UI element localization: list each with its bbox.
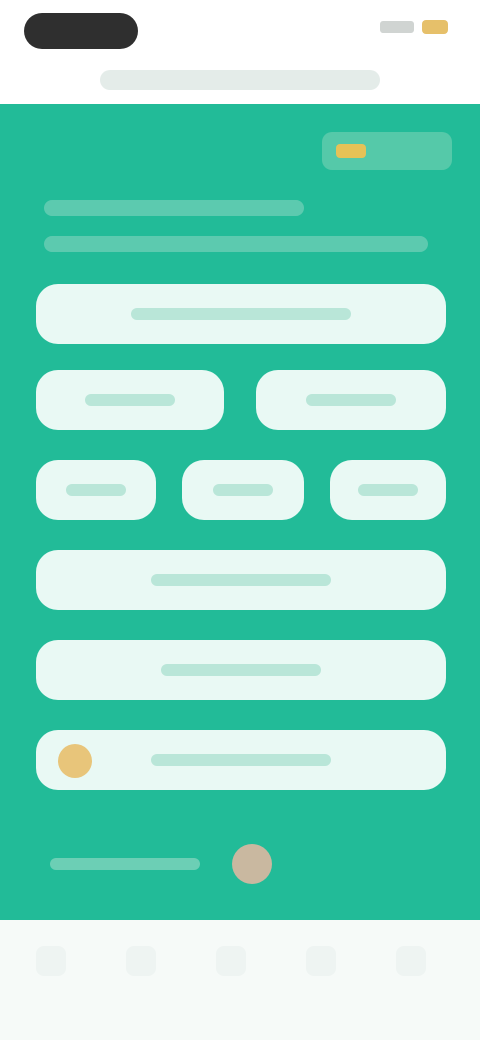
status-time	[24, 13, 138, 49]
option-button-7[interactable]	[36, 550, 446, 610]
option-button-8[interactable]	[36, 640, 446, 700]
status-bar	[0, 0, 480, 60]
battery-icon	[422, 20, 448, 34]
option-button-6[interactable]	[330, 460, 446, 520]
option-button-9[interactable]	[36, 730, 446, 790]
status-icons	[380, 20, 448, 34]
bottom-item[interactable]	[36, 946, 66, 976]
title-bar	[0, 60, 480, 104]
main-panel	[0, 104, 480, 920]
bottom-item[interactable]	[396, 946, 426, 976]
footer-text	[50, 858, 200, 870]
avatar[interactable]	[232, 844, 272, 884]
bottom-item[interactable]	[126, 946, 156, 976]
intro-line-1	[44, 200, 304, 216]
page-title	[100, 70, 380, 90]
brand-badge	[322, 132, 452, 170]
brand-logo-icon	[336, 144, 366, 158]
option-button-2[interactable]	[36, 370, 224, 430]
bottom-bar	[0, 920, 480, 1040]
option-button-1[interactable]	[36, 284, 446, 344]
signal-icon	[380, 21, 414, 33]
intro-line-2	[44, 236, 428, 252]
bottom-item[interactable]	[216, 946, 246, 976]
option-button-3[interactable]	[256, 370, 446, 430]
option-button-5[interactable]	[182, 460, 304, 520]
bottom-item[interactable]	[306, 946, 336, 976]
option-button-4[interactable]	[36, 460, 156, 520]
emoji-icon	[58, 744, 92, 778]
